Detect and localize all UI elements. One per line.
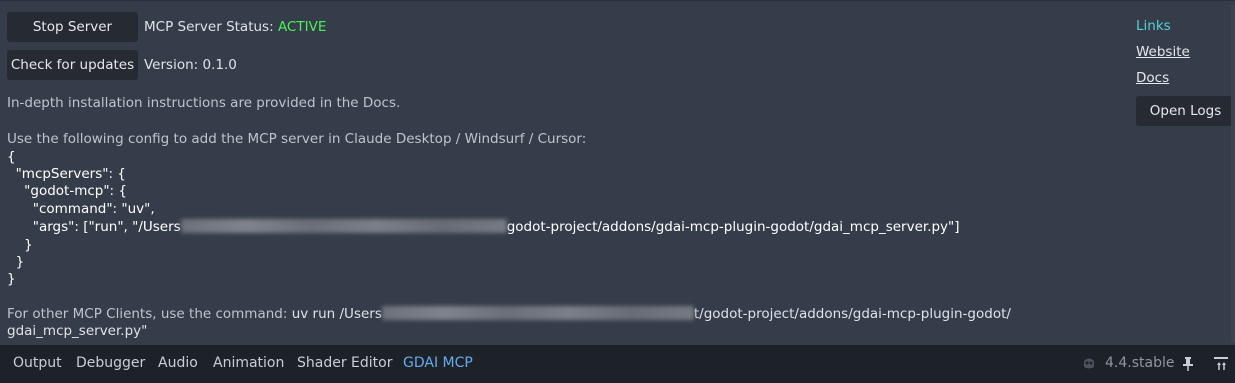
- other-clients-line: For other MCP Clients, use the command: …: [7, 306, 1011, 322]
- config-intro: Use the following config to add the MCP …: [7, 131, 587, 147]
- tab-output[interactable]: Output: [13, 355, 62, 371]
- config-line: }: [7, 271, 16, 287]
- pin-icon[interactable]: [1182, 356, 1194, 376]
- config-line: {: [7, 149, 16, 165]
- engine-version: 4.4.stable: [1105, 355, 1175, 371]
- other-clients-cmd-prefix: uv run /Users: [291, 306, 382, 322]
- redacted-path: [180, 219, 507, 233]
- expand-panel-icon[interactable]: [1213, 356, 1229, 376]
- config-args-line: "args": ["run", "/Users godot-project/add…: [7, 219, 960, 235]
- server-status-value: ACTIVE: [277, 19, 327, 35]
- version-label: Version: 0.1.0: [144, 57, 237, 73]
- config-line: "mcpServers": {: [7, 166, 126, 182]
- config-line: }: [7, 237, 33, 253]
- config-args-prefix: "args": ["run", "/Users: [7, 219, 181, 235]
- stop-server-button[interactable]: Stop Server: [7, 12, 138, 42]
- mcp-panel: Stop Server MCP Server Status: ACTIVE Ch…: [0, 0, 1235, 345]
- config-line: "command": "uv",: [7, 201, 155, 217]
- other-clients-cmd-suffix: t/godot-project/addons/gdai-mcp-plugin-g…: [693, 306, 1011, 322]
- open-logs-button[interactable]: Open Logs: [1136, 96, 1235, 126]
- config-line: }: [7, 254, 25, 270]
- tab-debugger[interactable]: Debugger: [76, 355, 145, 371]
- godot-logo-icon: [1081, 355, 1097, 375]
- tab-gdai-mcp[interactable]: GDAI MCP: [403, 355, 473, 371]
- server-status: MCP Server Status: ACTIVE: [144, 19, 326, 35]
- other-clients-label: For other MCP Clients, use the command:: [7, 306, 288, 322]
- scrollbar[interactable]: [1231, 5, 1235, 343]
- tab-shader-editor[interactable]: Shader Editor: [297, 355, 392, 371]
- tab-audio[interactable]: Audio: [158, 355, 198, 371]
- other-clients-cmd-line2: gdai_mcp_server.py": [7, 323, 148, 339]
- links-heading: Links: [1136, 18, 1171, 34]
- server-status-label: MCP Server Status:: [144, 19, 274, 35]
- check-updates-button[interactable]: Check for updates: [7, 50, 138, 80]
- install-note: In-depth installation instructions are p…: [7, 95, 401, 111]
- website-link[interactable]: Website: [1136, 44, 1190, 60]
- config-line: "godot-mcp": {: [7, 183, 127, 199]
- config-args-suffix: godot-project/addons/gdai-mcp-plugin-god…: [506, 219, 960, 235]
- tab-animation[interactable]: Animation: [213, 355, 284, 371]
- redacted-path: [381, 306, 694, 320]
- bottom-panel-tabs: Output Debugger Audio Animation Shader E…: [0, 345, 1235, 383]
- docs-link[interactable]: Docs: [1136, 70, 1169, 86]
